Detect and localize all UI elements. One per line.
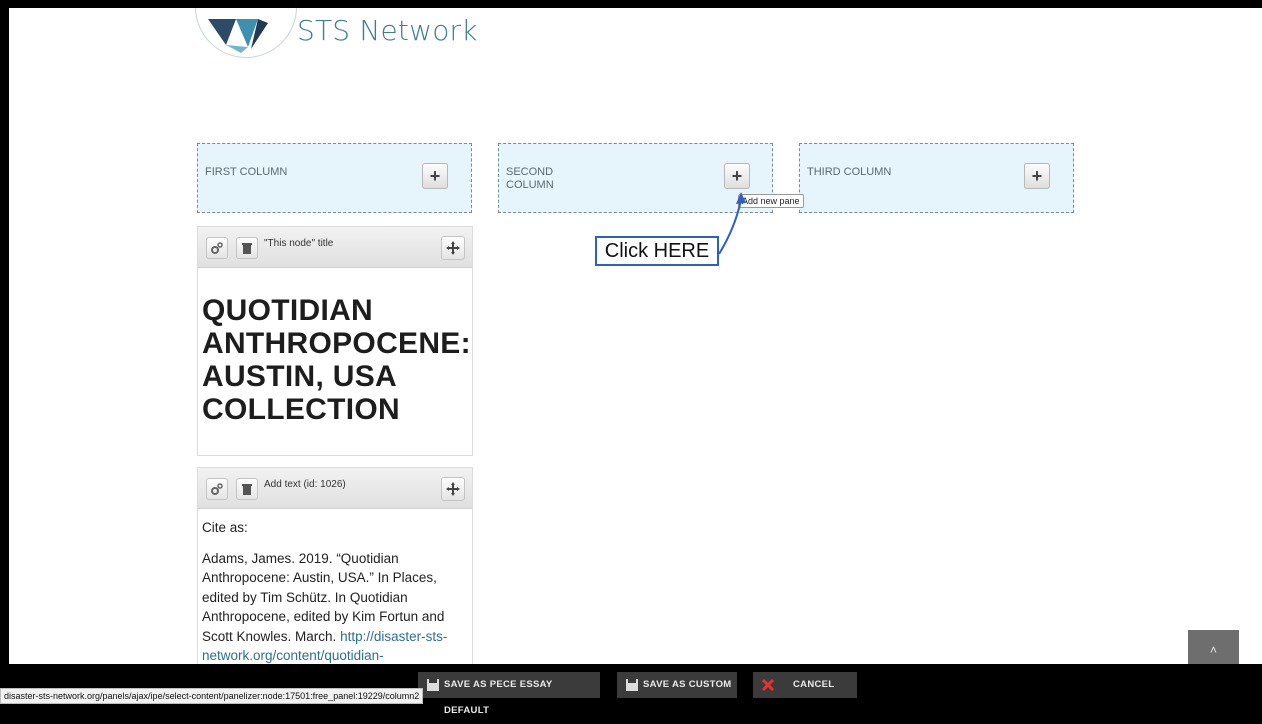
pane-title: "This node" title (264, 238, 334, 249)
save-custom-label: SAVE AS CUSTOM (643, 679, 732, 690)
move-arrows-icon (446, 482, 460, 496)
citation-text: Adams, James. 2019. “Quotidian Anthropoc… (202, 549, 468, 665)
pane-move-handle[interactable] (441, 236, 465, 260)
pane-delete-button[interactable] (236, 478, 258, 500)
status-bar-url: disaster-sts-network.org/panels/ajax/ipe… (0, 688, 424, 704)
pane-add-text: Add text (id: 1026) Cite as: Adams, Jame… (197, 467, 473, 664)
pane-body: Cite as: Adams, James. 2019. “Quotidian … (198, 518, 472, 664)
pane-toolbar: Add text (id: 1026) (198, 468, 472, 509)
plus-icon: + (1031, 166, 1043, 186)
trash-icon (242, 243, 252, 254)
region-label: SECOND COLUMN (506, 166, 554, 191)
save-custom-button[interactable]: SAVE AS CUSTOM (617, 672, 737, 698)
collection-heading: QUOTIDIAN ANTHROPOCENE: AUSTIN, USA COLL… (202, 294, 471, 426)
region-label: FIRST COLUMN (205, 166, 288, 178)
plus-icon: + (429, 166, 441, 186)
trash-icon (242, 484, 252, 495)
cancel-label: CANCEL (793, 679, 835, 690)
logo-triangles-icon (208, 19, 268, 53)
save-default-button[interactable]: SAVE AS PECE ESSAY DEFAULT (418, 672, 600, 716)
page-content: STS Network FIRST COLUMN + SECOND COLUMN… (9, 8, 1262, 664)
pane-delete-button[interactable] (236, 237, 258, 259)
site-logo[interactable] (195, 8, 297, 58)
cite-label: Cite as: (202, 520, 248, 535)
close-icon (761, 678, 775, 692)
chevron-up-icon: ˄ (1209, 643, 1217, 657)
pane-settings-button[interactable] (206, 237, 228, 259)
plus-icon: + (731, 166, 743, 186)
add-pane-button[interactable]: + (1024, 163, 1050, 189)
scroll-to-top-button[interactable]: ˄ (1188, 630, 1239, 664)
region-label: THIRD COLUMN (807, 166, 892, 178)
add-pane-button[interactable]: + (724, 163, 750, 189)
gears-icon (211, 483, 223, 495)
callout-box: Click HERE (595, 236, 719, 266)
cancel-button[interactable]: CANCEL (753, 672, 857, 698)
floppy-disk-icon (626, 679, 638, 691)
pane-toolbar: "This node" title (198, 227, 472, 268)
pane-move-handle[interactable] (441, 477, 465, 501)
pane-title: Add text (id: 1026) (264, 479, 346, 490)
save-default-label: SAVE AS PECE ESSAY DEFAULT (444, 679, 553, 716)
gears-icon (211, 242, 223, 254)
add-pane-button[interactable]: + (422, 163, 448, 189)
pane-settings-button[interactable] (206, 478, 228, 500)
move-arrows-icon (446, 241, 460, 255)
region-first-column: FIRST COLUMN + (197, 143, 472, 213)
region-third-column: THIRD COLUMN + (799, 143, 1074, 213)
floppy-disk-icon (427, 679, 439, 691)
pane-node-title: "This node" title QUOTIDIAN ANTHROPOCENE… (197, 226, 473, 456)
site-name[interactable]: STS Network (297, 14, 478, 47)
